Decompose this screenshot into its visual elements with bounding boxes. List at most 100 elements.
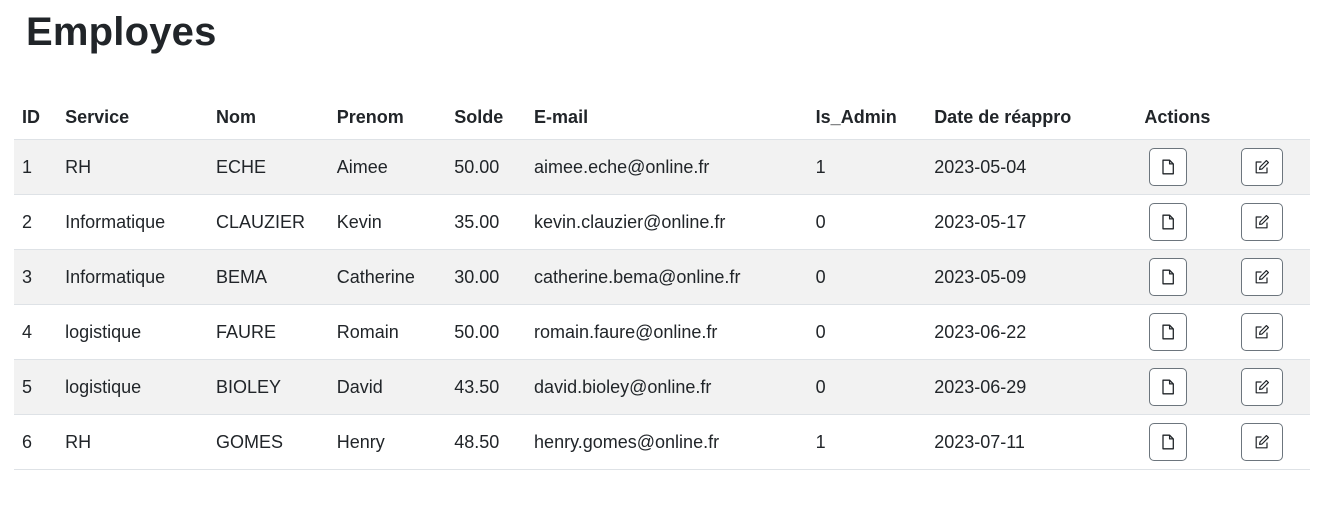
cell-is-admin: 0 [807,194,927,250]
edit-button[interactable] [1241,203,1284,241]
view-button[interactable] [1149,313,1188,351]
cell-prenom: Romain [328,304,447,360]
view-button[interactable] [1149,368,1188,406]
table-body: 1 RH ECHE Aimee 50.00 aimee.eche@online.… [14,139,1310,470]
table-row: 5 logistique BIOLEY David 43.50 david.bi… [14,359,1310,415]
view-button[interactable] [1149,148,1188,186]
cell-edit-action [1233,249,1310,305]
file-icon [1161,269,1175,285]
cell-edit-action [1233,359,1310,415]
cell-solde: 43.50 [446,359,527,415]
header-row: ID Service Nom Prenom Solde E-mail Is_Ad… [14,95,1310,140]
cell-service: Informatique [57,249,208,305]
header-prenom: Prenom [328,95,447,140]
header-service: Service [57,95,208,140]
file-icon [1161,324,1175,340]
cell-id: 3 [14,249,58,305]
header-nom: Nom [207,95,329,140]
file-icon [1161,159,1175,175]
cell-email: aimee.eche@online.fr [526,139,808,195]
file-icon [1161,214,1175,230]
header-email: E-mail [526,95,808,140]
edit-button[interactable] [1241,368,1284,406]
cell-date: 2023-05-04 [926,139,1137,195]
cell-prenom: David [328,359,447,415]
edit-button[interactable] [1241,258,1284,296]
cell-edit-action [1233,139,1310,195]
edit-button[interactable] [1241,313,1284,351]
cell-edit-action [1233,304,1310,360]
cell-nom: GOMES [207,414,329,470]
table-row: 3 Informatique BEMA Catherine 30.00 cath… [14,249,1310,305]
cell-prenom: Catherine [328,249,447,305]
cell-id: 1 [14,139,58,195]
cell-id: 5 [14,359,58,415]
edit-button[interactable] [1241,423,1284,461]
cell-is-admin: 1 [807,139,927,195]
cell-nom: BIOLEY [207,359,329,415]
cell-is-admin: 0 [807,359,927,415]
cell-edit-action [1233,194,1310,250]
cell-prenom: Henry [328,414,447,470]
cell-prenom: Aimee [328,139,447,195]
cell-solde: 35.00 [446,194,527,250]
edit-button[interactable] [1241,148,1284,186]
header-solde: Solde [446,95,527,140]
file-icon [1161,434,1175,450]
pencil-square-icon [1254,434,1270,450]
cell-service: logistique [57,304,208,360]
page-title: Employes [26,10,217,54]
cell-service: RH [57,139,208,195]
cell-id: 6 [14,414,58,470]
header-actions-spacer [1233,95,1310,140]
cell-view-action [1136,304,1234,360]
cell-date: 2023-06-22 [926,304,1137,360]
cell-date: 2023-07-11 [926,414,1137,470]
cell-edit-action [1233,414,1310,470]
cell-is-admin: 0 [807,249,927,305]
cell-email: romain.faure@online.fr [526,304,808,360]
table-row: 1 RH ECHE Aimee 50.00 aimee.eche@online.… [14,139,1310,195]
table-row: 6 RH GOMES Henry 48.50 henry.gomes@onlin… [14,414,1310,470]
cell-is-admin: 1 [807,414,927,470]
cell-view-action [1136,414,1234,470]
cell-view-action [1136,139,1234,195]
cell-date: 2023-06-29 [926,359,1137,415]
cell-prenom: Kevin [328,194,447,250]
header-is-admin: Is_Admin [807,95,927,140]
view-button[interactable] [1149,258,1188,296]
cell-view-action [1136,194,1234,250]
pencil-square-icon [1254,379,1270,395]
cell-service: logistique [57,359,208,415]
cell-nom: CLAUZIER [207,194,329,250]
cell-email: catherine.bema@online.fr [526,249,808,305]
cell-solde: 50.00 [446,304,527,360]
employees-table: ID Service Nom Prenom Solde E-mail Is_Ad… [14,95,1310,470]
cell-id: 4 [14,304,58,360]
cell-email: david.bioley@online.fr [526,359,808,415]
file-icon [1161,379,1175,395]
cell-date: 2023-05-17 [926,194,1137,250]
table-row: 2 Informatique CLAUZIER Kevin 35.00 kevi… [14,194,1310,250]
cell-service: Informatique [57,194,208,250]
cell-view-action [1136,249,1234,305]
cell-email: henry.gomes@online.fr [526,414,808,470]
header-date: Date de réappro [926,95,1137,140]
cell-nom: ECHE [207,139,329,195]
cell-solde: 48.50 [446,414,527,470]
pencil-square-icon [1254,214,1270,230]
table-header: ID Service Nom Prenom Solde E-mail Is_Ad… [14,95,1310,140]
view-button[interactable] [1149,423,1188,461]
cell-nom: FAURE [207,304,329,360]
employees-page: Employes ID Service Nom Prenom Solde E-m… [0,0,1325,509]
cell-solde: 50.00 [446,139,527,195]
cell-id: 2 [14,194,58,250]
cell-view-action [1136,359,1234,415]
cell-date: 2023-05-09 [926,249,1137,305]
header-id: ID [14,95,58,140]
pencil-square-icon [1254,159,1270,175]
cell-service: RH [57,414,208,470]
cell-solde: 30.00 [446,249,527,305]
cell-email: kevin.clauzier@online.fr [526,194,808,250]
view-button[interactable] [1149,203,1188,241]
